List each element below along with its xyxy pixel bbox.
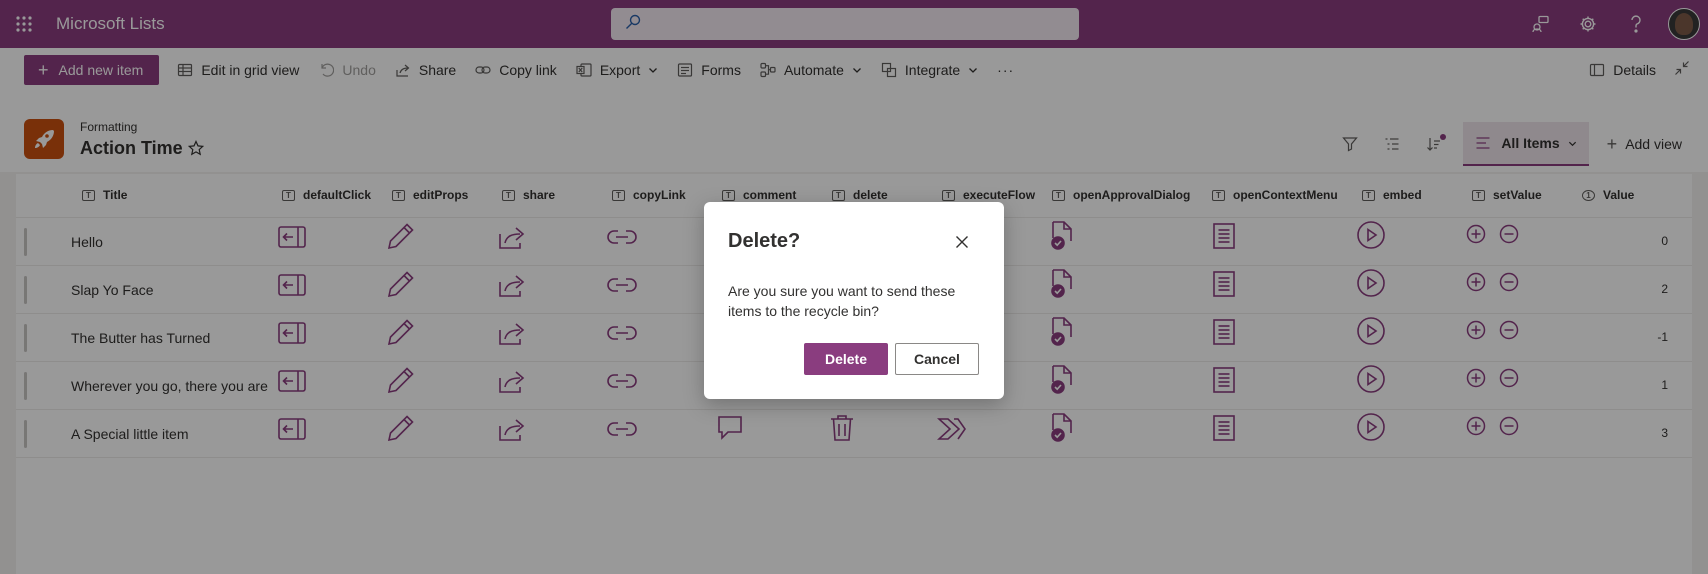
close-icon[interactable] — [948, 228, 976, 256]
delete-button[interactable]: Delete — [804, 343, 888, 375]
delete-dialog: Delete? Are you sure you want to send th… — [704, 202, 1004, 399]
dialog-title: Delete? — [728, 230, 801, 252]
dialog-message: Are you sure you want to send these item… — [728, 283, 956, 319]
cancel-button[interactable]: Cancel — [895, 343, 979, 375]
